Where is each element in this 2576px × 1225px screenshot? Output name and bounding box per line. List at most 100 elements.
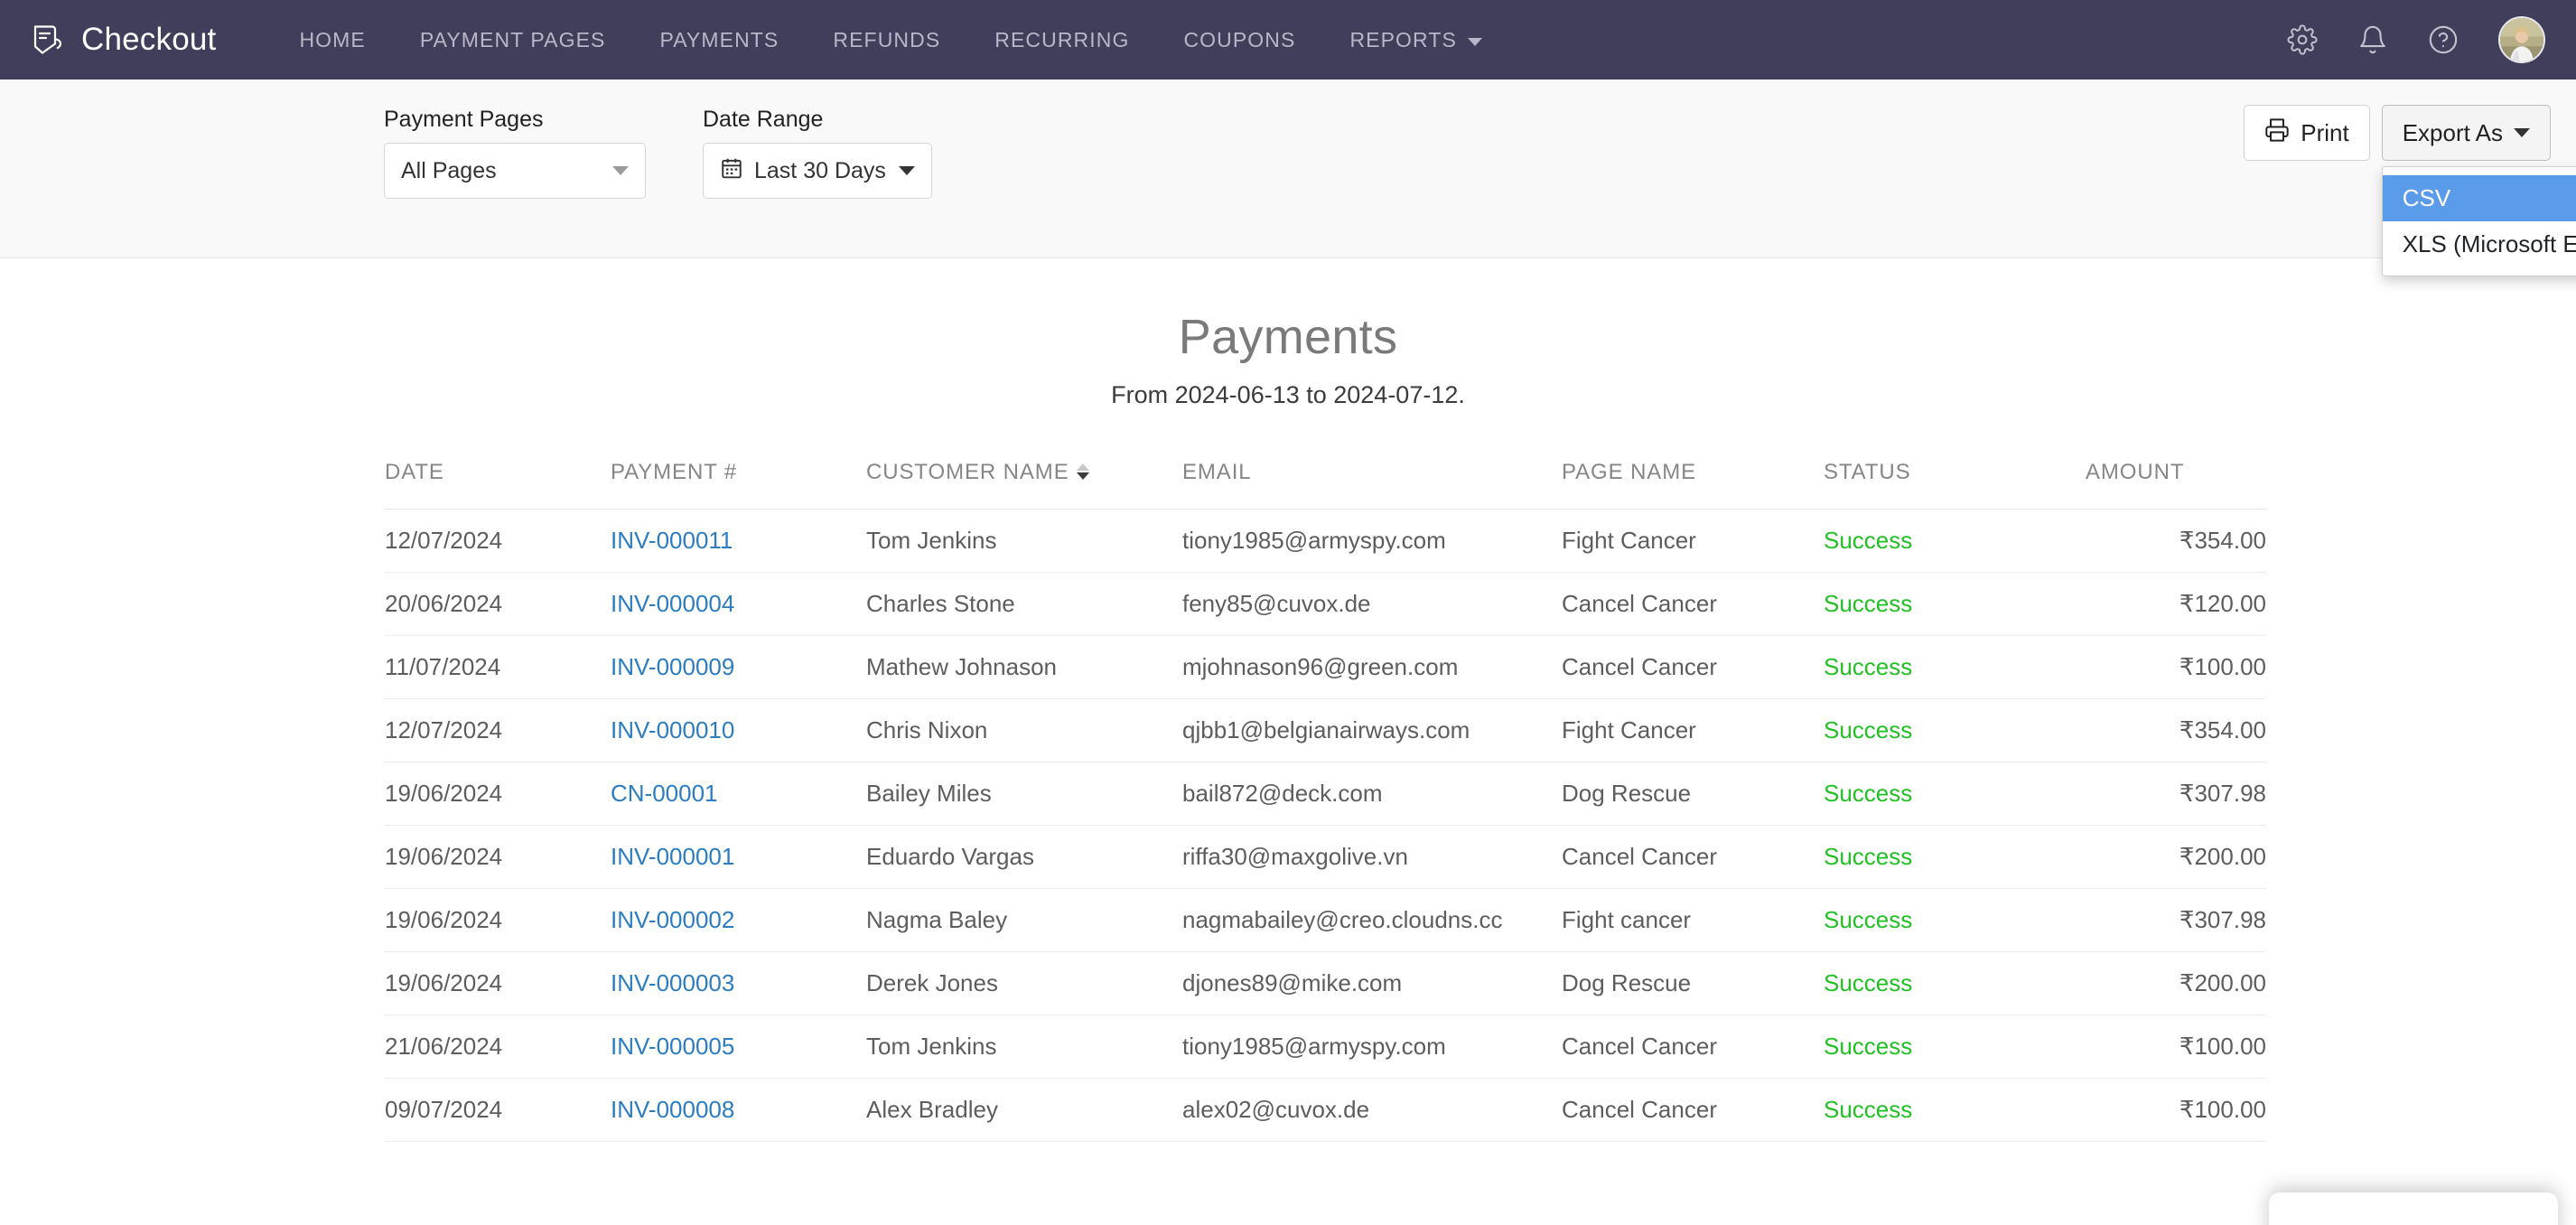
main-content: Payments From 2024-06-13 to 2024-07-12. …: [0, 309, 2576, 1142]
status-badge: Success: [1824, 969, 1912, 996]
cell-email: tiony1985@armyspy.com: [1182, 510, 1562, 573]
cell-payment-number: CN-00001: [611, 762, 866, 826]
column-header-payment-number[interactable]: PAYMENT #: [611, 460, 866, 510]
status-badge: Success: [1824, 843, 1912, 870]
cell-customer-name: Charles Stone: [866, 573, 1182, 636]
cell-date: 19/06/2024: [385, 762, 611, 826]
cell-status: Success: [1824, 889, 2086, 952]
brand[interactable]: Checkout: [27, 20, 216, 60]
cell-date: 19/06/2024: [385, 826, 611, 889]
table-row: 19/06/2024INV-000002Nagma Baleynagmabail…: [385, 889, 2266, 952]
export-as-wrapper: Export As CSV XLS (Microsoft Excel): [2382, 105, 2551, 161]
sort-arrows-icon: [1077, 463, 1089, 480]
cell-status: Success: [1824, 952, 2086, 1015]
cell-payment-number: INV-000008: [611, 1079, 866, 1142]
payment-number-link[interactable]: INV-000003: [611, 969, 734, 996]
bell-icon[interactable]: [2357, 24, 2388, 55]
cell-payment-number: INV-000011: [611, 510, 866, 573]
cell-customer-name: Derek Jones: [866, 952, 1182, 1015]
cell-page-name: Cancel Cancer: [1562, 826, 1824, 889]
cell-amount: ₹200.00: [2086, 952, 2266, 1015]
cell-payment-number: INV-000004: [611, 573, 866, 636]
table-row: 11/07/2024INV-000009Mathew Johnasonmjohn…: [385, 636, 2266, 699]
cell-page-name: Fight cancer: [1562, 889, 1824, 952]
floating-widget-shadow[interactable]: [2269, 1192, 2558, 1225]
date-range-label: Date Range: [703, 107, 932, 133]
column-header-status[interactable]: STATUS: [1824, 460, 2086, 510]
nav-item-reports[interactable]: REPORTS: [1322, 17, 1508, 63]
cell-email: djones89@mike.com: [1182, 952, 1562, 1015]
cell-status: Success: [1824, 1015, 2086, 1079]
date-range-filter: Date Range Last 30 Days: [703, 107, 932, 199]
payments-table: DATE PAYMENT # CUSTOMER NAME EMAIL PAGE …: [385, 460, 2266, 1142]
nav-item-home[interactable]: HOME: [272, 17, 392, 63]
cell-customer-name: Tom Jenkins: [866, 510, 1182, 573]
table-header-row: DATE PAYMENT # CUSTOMER NAME EMAIL PAGE …: [385, 460, 2266, 510]
payment-pages-select[interactable]: All Pages: [384, 143, 646, 199]
avatar[interactable]: [2498, 16, 2545, 63]
cell-customer-name: Nagma Baley: [866, 889, 1182, 952]
column-header-customer-name[interactable]: CUSTOMER NAME: [866, 460, 1182, 510]
table-row: 12/07/2024INV-000011Tom Jenkinstiony1985…: [385, 510, 2266, 573]
column-header-page-name[interactable]: PAGE NAME: [1562, 460, 1824, 510]
table-row: 19/06/2024INV-000001Eduardo Vargasriffa3…: [385, 826, 2266, 889]
export-as-button[interactable]: Export As: [2382, 105, 2551, 161]
cell-date: 20/06/2024: [385, 573, 611, 636]
payment-number-link[interactable]: INV-000002: [611, 906, 734, 933]
gear-icon[interactable]: [2287, 24, 2318, 55]
payment-number-link[interactable]: INV-000008: [611, 1096, 734, 1123]
nav-item-label: COUPONS: [1183, 28, 1295, 52]
payment-pages-filter: Payment Pages All Pages: [384, 107, 646, 199]
export-option-xls[interactable]: XLS (Microsoft Excel): [2383, 221, 2576, 267]
help-circle-icon[interactable]: [2428, 24, 2459, 55]
cell-customer-name: Chris Nixon: [866, 699, 1182, 762]
cell-payment-number: INV-000010: [611, 699, 866, 762]
table-row: 19/06/2024INV-000003Derek Jonesdjones89@…: [385, 952, 2266, 1015]
filter-bar: Payment Pages All Pages Date Range: [0, 79, 2576, 258]
cell-status: Success: [1824, 573, 2086, 636]
chevron-down-icon: [612, 166, 629, 175]
nav-item-coupons[interactable]: COUPONS: [1156, 17, 1322, 63]
cell-date: 12/07/2024: [385, 699, 611, 762]
nav-right-icons: [2287, 16, 2551, 63]
cell-email: alex02@cuvox.de: [1182, 1079, 1562, 1142]
column-header-amount[interactable]: AMOUNT: [2086, 460, 2266, 510]
print-button[interactable]: Print: [2244, 105, 2369, 161]
nav-item-refunds[interactable]: REFUNDS: [806, 17, 967, 63]
nav-item-label: RECURRING: [994, 28, 1129, 52]
table-row: 20/06/2024INV-000004Charles Stonefeny85@…: [385, 573, 2266, 636]
payment-number-link[interactable]: INV-000004: [611, 590, 734, 617]
cell-amount: ₹100.00: [2086, 636, 2266, 699]
nav-item-payments[interactable]: PAYMENTS: [632, 17, 806, 63]
cell-email: riffa30@maxgolive.vn: [1182, 826, 1562, 889]
cell-date: 19/06/2024: [385, 889, 611, 952]
status-badge: Success: [1824, 780, 1912, 807]
date-range-select[interactable]: Last 30 Days: [703, 143, 932, 199]
cell-page-name: Cancel Cancer: [1562, 573, 1824, 636]
chevron-down-icon: [899, 166, 915, 175]
nav-item-label: PAYMENTS: [659, 28, 779, 52]
column-header-email[interactable]: EMAIL: [1182, 460, 1562, 510]
date-range-value: Last 30 Days: [754, 158, 886, 184]
nav-item-recurring[interactable]: RECURRING: [967, 17, 1156, 63]
cell-page-name: Cancel Cancer: [1562, 1015, 1824, 1079]
payment-number-link[interactable]: INV-000010: [611, 716, 734, 743]
payment-number-link[interactable]: INV-000009: [611, 653, 734, 680]
export-option-csv[interactable]: CSV: [2383, 175, 2576, 221]
cell-page-name: Dog Rescue: [1562, 762, 1824, 826]
chevron-down-icon: [1468, 38, 1482, 46]
column-header-date[interactable]: DATE: [385, 460, 611, 510]
payment-number-link[interactable]: INV-000001: [611, 843, 734, 870]
nav-item-label: REFUNDS: [833, 28, 940, 52]
cell-email: tiony1985@armyspy.com: [1182, 1015, 1562, 1079]
cell-date: 11/07/2024: [385, 636, 611, 699]
table-head: DATE PAYMENT # CUSTOMER NAME EMAIL PAGE …: [385, 460, 2266, 510]
nav-item-payment-pages[interactable]: PAYMENT PAGES: [393, 17, 633, 63]
table-row: 12/07/2024INV-000010Chris Nixonqjbb1@bel…: [385, 699, 2266, 762]
payment-number-link[interactable]: CN-00001: [611, 780, 718, 807]
status-badge: Success: [1824, 590, 1912, 617]
payment-number-link[interactable]: INV-000011: [611, 527, 733, 554]
sort-ascending-icon: [1077, 463, 1089, 471]
payment-number-link[interactable]: INV-000005: [611, 1033, 734, 1060]
table-row: 21/06/2024INV-000005Tom Jenkinstiony1985…: [385, 1015, 2266, 1079]
